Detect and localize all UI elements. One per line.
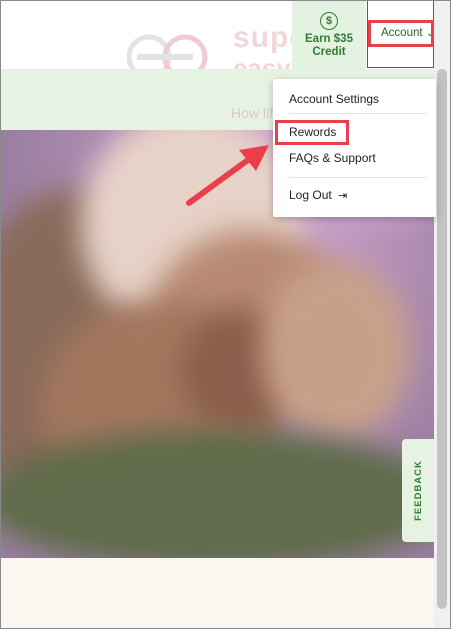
app-window: super easy $ Earn $35 Credit Account ⌄ H… [0, 0, 451, 629]
dollar-icon: $ [320, 11, 338, 30]
rewords-highlight-box [275, 120, 349, 145]
feedback-tab[interactable]: FEEDBACK [402, 439, 434, 542]
logout-icon: ⇥ [338, 190, 348, 202]
menu-divider [289, 177, 427, 178]
feedback-label: FEEDBACK [412, 460, 424, 521]
menu-item-account-settings[interactable]: Account Settings [289, 92, 379, 106]
content-area [1, 558, 434, 628]
menu-item-faqs-support[interactable]: FAQs & Support [289, 151, 376, 165]
menu-item-log-out[interactable]: Log Out ⇥ [289, 188, 347, 202]
account-dropdown-menu: Account Settings Rewords FAQs & Support … [273, 79, 436, 217]
scrollbar-thumb[interactable] [437, 69, 447, 609]
account-highlight-box [368, 20, 434, 47]
earn-credit-button[interactable]: $ Earn $35 Credit [292, 1, 366, 69]
earn-credit-label: Earn $35 Credit [305, 32, 353, 58]
log-out-label: Log Out [289, 188, 332, 202]
menu-divider [289, 113, 427, 114]
